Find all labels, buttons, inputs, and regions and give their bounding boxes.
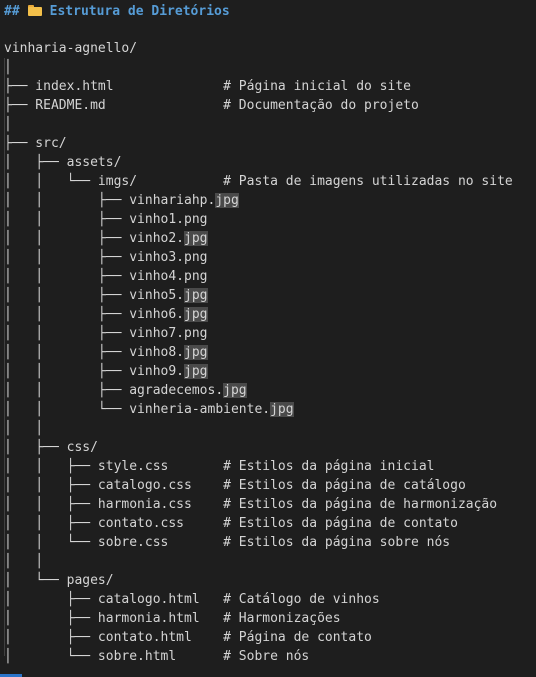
search-match: jpg xyxy=(184,307,208,322)
tree-line: │ ├── harmonia.html # Harmonizações xyxy=(4,611,341,626)
tree-line: │ ├── contato.html # Página de contato xyxy=(4,630,372,645)
section-heading: ## Estrutura de Diretórios xyxy=(4,2,230,21)
tree-line: │ │ └── sobre.css # Estilos da página so… xyxy=(4,535,451,550)
folder-icon xyxy=(27,5,42,16)
tree-line: │ ├── css/ xyxy=(4,440,98,455)
tree-line: │ │ ├── vinho1.png xyxy=(4,212,208,227)
tree-line: │ │ ├── harmonia.css # Estilos da página… xyxy=(4,497,498,512)
search-match: jpg xyxy=(215,193,239,208)
tree-line: │ xyxy=(4,117,12,132)
heading-marker: ## xyxy=(4,4,20,19)
search-match: jpg xyxy=(184,288,208,303)
tree-line: │ xyxy=(4,60,12,75)
tree-line: │ │ ├── vinhariahp.jpg xyxy=(4,193,239,208)
tree-line: │ │ ├── catalogo.css # Estilos da página… xyxy=(4,478,466,493)
tree-line: │ │ ├── vinho7.png xyxy=(4,326,208,341)
tree-line: │ │ └── imgs/ # Pasta de imagens utiliza… xyxy=(4,174,513,189)
tree-line: ├── README.md # Documentação do projeto xyxy=(4,98,419,113)
search-match: jpg xyxy=(223,383,247,398)
tree-line: │ │ xyxy=(4,554,44,569)
tree-line: │ │ ├── vinho5.jpg xyxy=(4,288,208,303)
tree-line: vinharia-agnello/ xyxy=(4,41,138,56)
tree-line: │ └── pages/ xyxy=(4,573,114,588)
tree-line: │ ├── catalogo.html # Catálogo de vinhos xyxy=(4,592,380,607)
tree-line: │ │ ├── contato.css # Estilos da página … xyxy=(4,516,458,531)
tree-line: │ ├── assets/ xyxy=(4,155,122,170)
tree-line: │ │ ├── vinho3.png xyxy=(4,250,208,265)
tree-line: ├── src/ xyxy=(4,136,67,151)
tree-line: │ │ ├── agradecemos.jpg xyxy=(4,383,247,398)
directory-tree: vinharia-agnello/ │ ├── index.html # Pág… xyxy=(4,39,536,666)
tree-line: │ │ ├── style.css # Estilos da página in… xyxy=(4,459,435,474)
markdown-editor[interactable]: ## Estrutura de Diretórios vinharia-agnel… xyxy=(0,0,536,677)
heading-title: Estrutura de Diretórios xyxy=(49,4,230,19)
tree-line: │ │ ├── vinho9.jpg xyxy=(4,364,208,379)
search-match: jpg xyxy=(184,364,208,379)
tree-line: ├── index.html # Página inicial do site xyxy=(4,79,411,94)
search-match: jpg xyxy=(184,231,208,246)
search-match: jpg xyxy=(184,345,208,360)
tree-line: │ │ ├── vinho2.jpg xyxy=(4,231,208,246)
tree-line: │ │ ├── vinho4.png xyxy=(4,269,208,284)
tree-line: │ │ ├── vinho6.jpg xyxy=(4,307,208,322)
tree-line: │ │ xyxy=(4,421,44,436)
tree-line: │ └── sobre.html # Sobre nós xyxy=(4,649,310,664)
tree-line: │ │ ├── vinho8.jpg xyxy=(4,345,208,360)
search-match: jpg xyxy=(270,402,294,417)
tree-line: │ │ └── vinheria-ambiente.jpg xyxy=(4,402,294,417)
